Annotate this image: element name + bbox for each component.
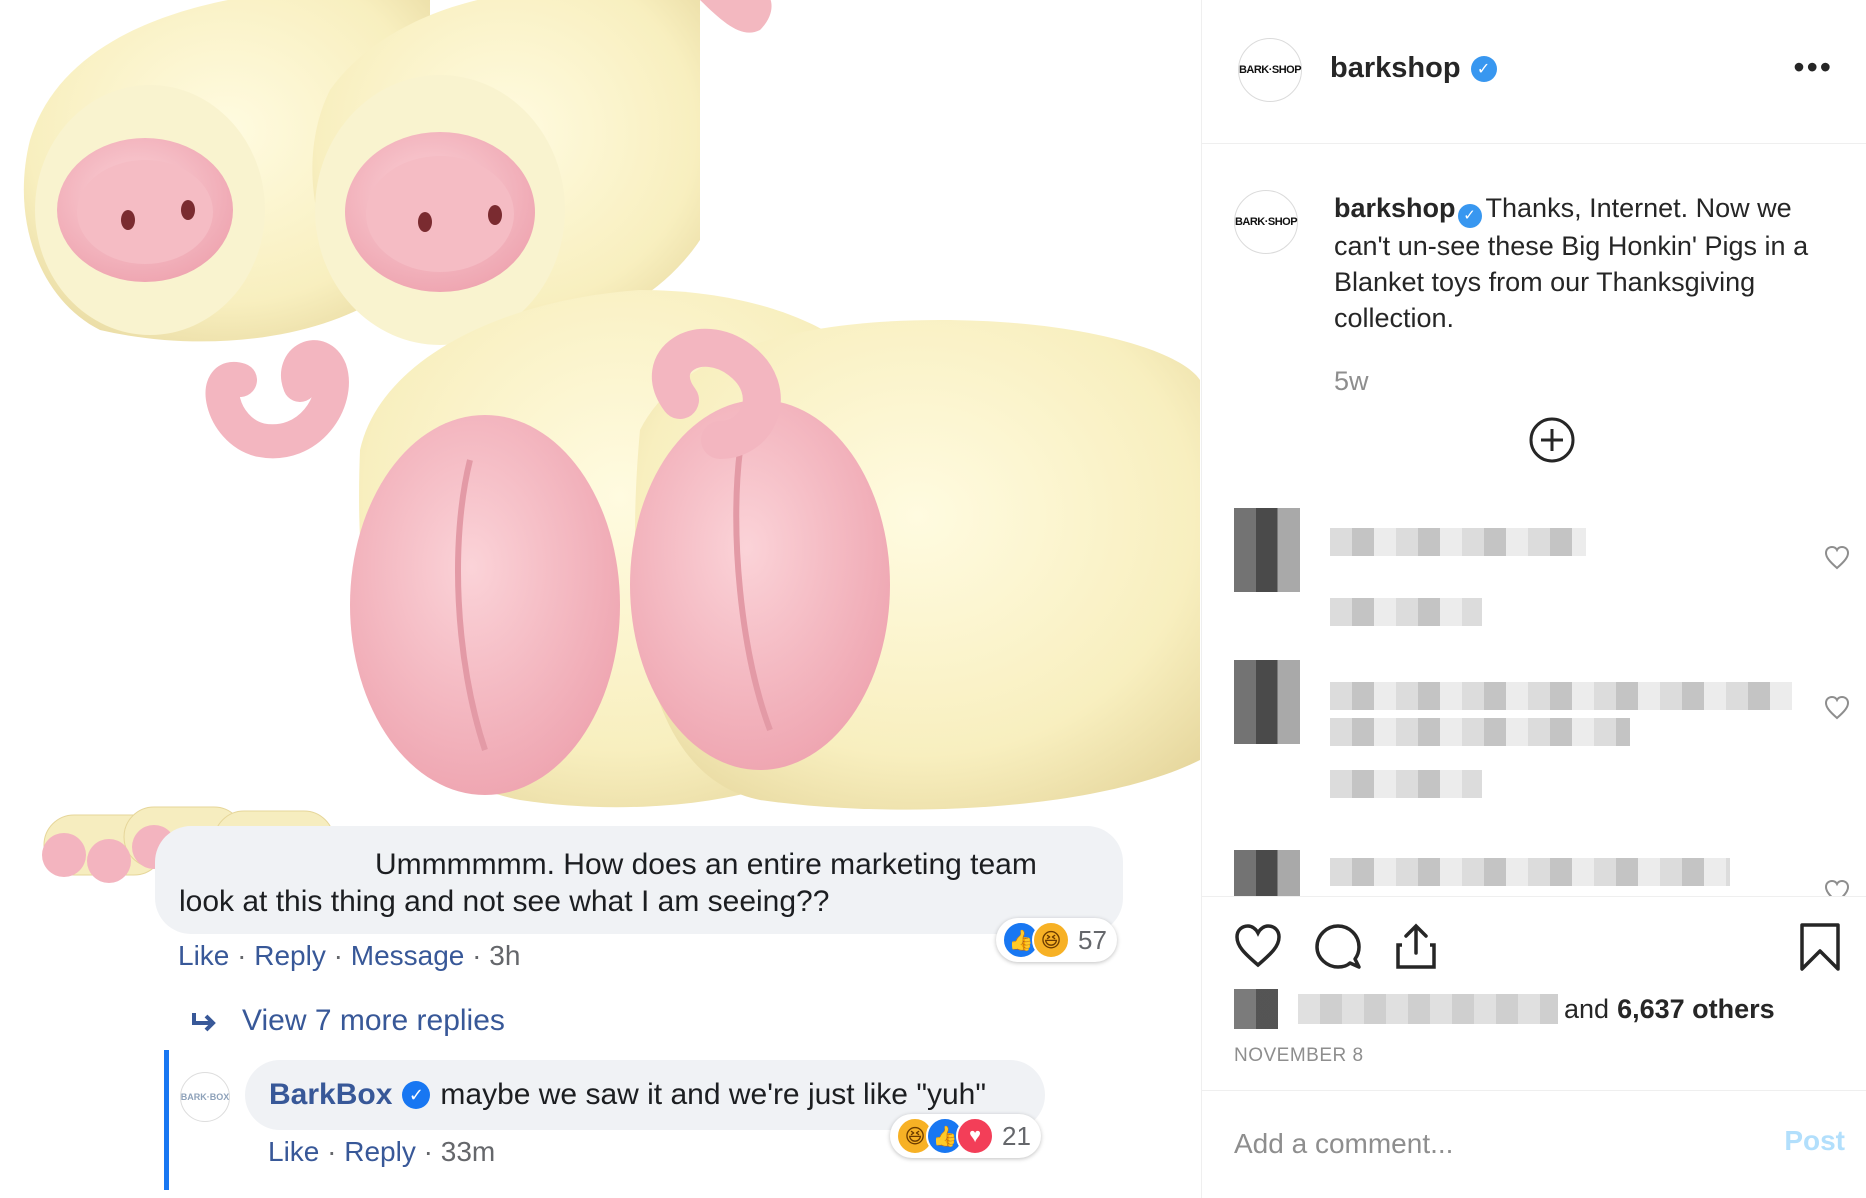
reply-thread-line <box>164 1050 169 1190</box>
like-link[interactable]: Like <box>178 940 229 971</box>
more-options-icon[interactable]: ••• <box>1793 51 1833 83</box>
bookmark-icon[interactable] <box>1794 921 1846 973</box>
header-username[interactable]: barkshop ✓ <box>1330 52 1497 85</box>
caption-time[interactable]: 5w <box>1334 366 1369 397</box>
comment-item <box>1202 508 1866 626</box>
caption-username[interactable]: barkshop <box>1334 193 1456 223</box>
plus-circle-icon[interactable] <box>1528 416 1576 464</box>
post-media[interactable]: Ummmmmm. How does an entire marketing te… <box>0 0 1200 1198</box>
reply-link[interactable]: Reply <box>344 1136 416 1167</box>
heart-icon[interactable] <box>1823 544 1851 572</box>
view-more-replies-link[interactable]: View 7 more replies <box>190 1004 505 1038</box>
like-link[interactable]: Like <box>268 1136 319 1167</box>
redacted-comment-meta <box>1330 598 1482 626</box>
post-header: BARK·SHOP barkshop ✓ ••• <box>1202 0 1866 144</box>
facebook-comment-actions: Like · Reply · Message · 3h <box>178 940 521 971</box>
share-icon[interactable] <box>1390 921 1442 973</box>
reply-arrow-icon <box>192 1013 216 1032</box>
redacted-comment-text <box>1330 858 1730 886</box>
redacted-comment-text <box>1330 528 1586 556</box>
verified-badge-icon: ✓ <box>1457 204 1482 228</box>
username-label: barkshop <box>1330 52 1461 84</box>
facebook-reply-actions: Like · Reply · 33m <box>268 1136 496 1167</box>
reply-reactions[interactable]: 😆 👍 ♥ 21 <box>890 1114 1041 1158</box>
post-date[interactable]: NOVEMBER 8 <box>1234 1045 1364 1067</box>
post-caption: barkshop ✓ Thanks, Internet. Now we can't … <box>1334 190 1844 336</box>
profile-avatar[interactable]: BARK·SHOP <box>1238 38 1302 102</box>
heart-icon[interactable] <box>1823 878 1851 896</box>
view-more-replies-label: View 7 more replies <box>242 1004 505 1037</box>
haha-reaction-icon: 😆 <box>1032 921 1070 959</box>
reaction-count: 57 <box>1078 924 1107 955</box>
redacted-liker-names <box>1298 994 1558 1024</box>
reaction-count: 21 <box>1002 1120 1031 1151</box>
comment-reactions[interactable]: 👍 😆 57 <box>996 918 1117 962</box>
message-link[interactable]: Message <box>351 940 465 971</box>
facebook-comment-bubble: Ummmmmm. How does an entire marketing te… <box>155 826 1123 934</box>
comment-time: 3h <box>489 940 521 971</box>
redacted-comment-meta <box>1330 770 1482 798</box>
likes-prefix: and <box>1564 993 1610 1024</box>
commenter-avatar[interactable] <box>1234 660 1300 744</box>
love-reaction-icon: ♥ <box>956 1117 994 1155</box>
reply-time: 33m <box>440 1136 496 1167</box>
caption-avatar[interactable]: BARK·SHOP <box>1234 190 1298 254</box>
likes-count: 6,637 others <box>1617 993 1775 1024</box>
commenter-avatar[interactable] <box>1234 850 1300 896</box>
verified-badge-icon: ✓ <box>402 1081 431 1109</box>
reply-text: maybe we saw it and we're just like "yuh… <box>440 1078 986 1111</box>
heart-icon[interactable] <box>1823 694 1851 722</box>
pig-toy-photo <box>23 0 1200 810</box>
redacted-comment-text <box>1330 682 1792 710</box>
heart-icon[interactable] <box>1232 921 1284 973</box>
post-comment-button[interactable]: Post <box>1784 1125 1845 1157</box>
likes-summary[interactable]: and 6,637 others <box>1234 989 1775 1029</box>
liker-avatar <box>1234 989 1278 1029</box>
reply-author[interactable]: BarkBox <box>269 1078 392 1112</box>
comment-bubble-icon[interactable] <box>1312 921 1364 973</box>
post-side-panel: BARK·SHOP barkshop ✓ ••• BARK·SHOP barks… <box>1201 0 1866 1198</box>
barkbox-avatar[interactable]: BARK·BOX <box>180 1072 230 1122</box>
comment-input[interactable] <box>1234 1121 1714 1167</box>
comment-item <box>1202 850 1866 896</box>
comment-item <box>1202 660 1866 798</box>
reply-link[interactable]: Reply <box>254 940 326 971</box>
add-comment-bar: Post <box>1202 1090 1866 1198</box>
facebook-comment-text: Ummmmmm. How does an entire marketing te… <box>179 848 1037 918</box>
verified-badge-icon: ✓ <box>1470 55 1497 82</box>
commenter-avatar[interactable] <box>1234 508 1300 592</box>
post-actions: and 6,637 others NOVEMBER 8 <box>1202 896 1866 1090</box>
redacted-comment-text <box>1330 718 1630 746</box>
